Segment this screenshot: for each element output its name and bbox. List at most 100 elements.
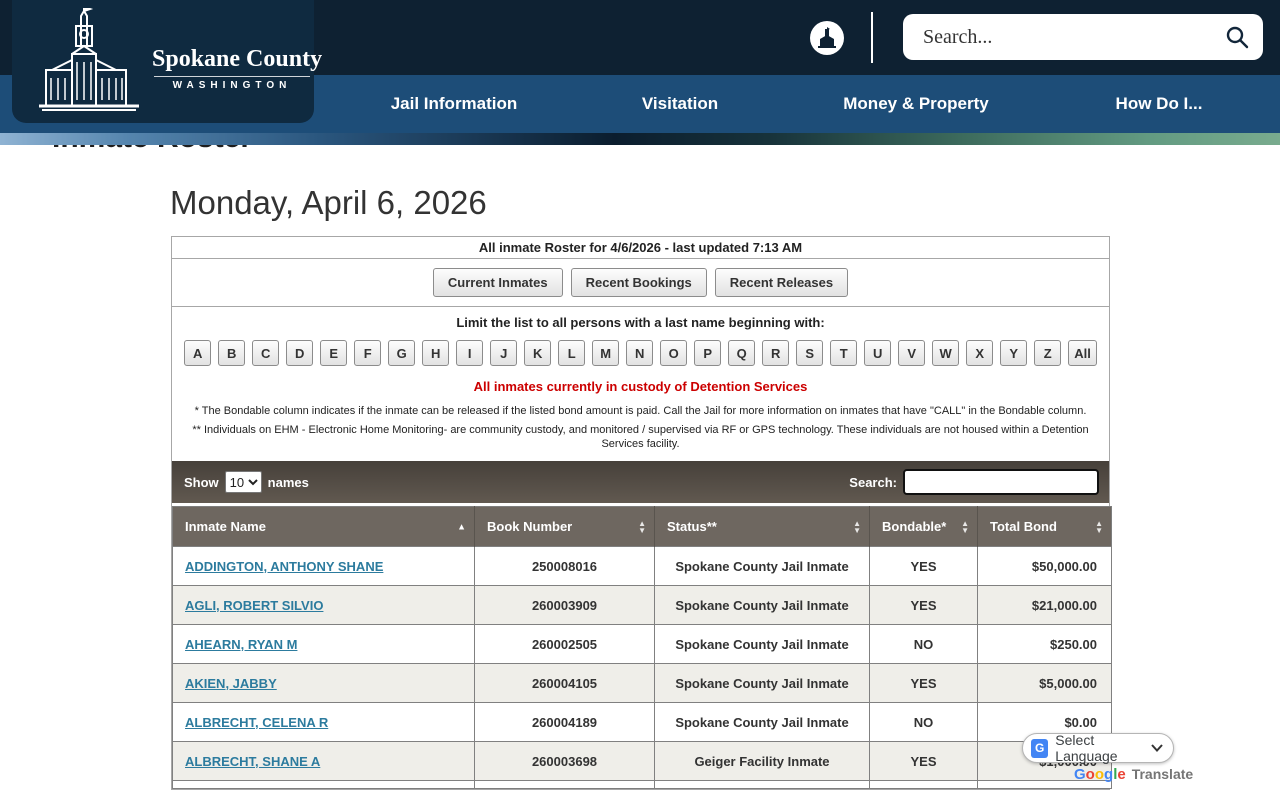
county-logo[interactable]: Spokane County WASHINGTON bbox=[12, 0, 314, 123]
custody-notice: All inmates currently in custody of Dete… bbox=[178, 379, 1103, 394]
status-cell: Spokane County Jail Inmate bbox=[655, 664, 870, 703]
letter-button-u[interactable]: U bbox=[864, 340, 891, 366]
status-cell: Geiger Facility Inmate bbox=[655, 742, 870, 781]
sort-asc-icon: ▲ bbox=[457, 523, 466, 530]
translate-label: Translate bbox=[1132, 766, 1193, 782]
letter-button-q[interactable]: Q bbox=[728, 340, 755, 366]
total-bond-cell: $50,000.00 bbox=[978, 547, 1112, 586]
book-number-cell: 250008016 bbox=[475, 547, 655, 586]
search-icon[interactable] bbox=[1225, 25, 1249, 49]
bondable-cell: NO bbox=[870, 625, 978, 664]
select-language-dropdown[interactable]: G Select Language bbox=[1022, 733, 1174, 763]
status-cell: Spokane County Jail Inmate bbox=[655, 586, 870, 625]
col-bondable[interactable]: Bondable* ▲▼ bbox=[870, 507, 978, 547]
letter-button-p[interactable]: P bbox=[694, 340, 721, 366]
header-gradient-strip bbox=[0, 133, 1280, 145]
site-search bbox=[903, 14, 1263, 60]
inmate-link[interactable]: ALBRECHT, CELENA R bbox=[185, 715, 328, 730]
recent-releases-button[interactable]: Recent Releases bbox=[715, 268, 848, 297]
book-number-cell: 260002505 bbox=[475, 625, 655, 664]
bondable-note: * The Bondable column indicates if the i… bbox=[178, 404, 1103, 418]
letter-button-o[interactable]: O bbox=[660, 340, 687, 366]
table-row: AHEARN, RYAN M 260002505 Spokane County … bbox=[173, 625, 1112, 664]
view-buttons: Current Inmates Recent Bookings Recent R… bbox=[172, 259, 1109, 307]
inmate-link[interactable]: ADDINGTON, ANTHONY SHANE bbox=[185, 559, 383, 574]
letter-button-j[interactable]: J bbox=[490, 340, 517, 366]
nav-money-property[interactable]: Money & Property bbox=[843, 75, 988, 133]
letter-button-a[interactable]: A bbox=[184, 340, 211, 366]
letter-button-w[interactable]: W bbox=[932, 340, 959, 366]
letter-button-r[interactable]: R bbox=[762, 340, 789, 366]
inmate-link[interactable]: ALBRECHT, SHANE A bbox=[185, 754, 320, 769]
status-cell: Spokane County Jail Inmate bbox=[655, 703, 870, 742]
logo-rule bbox=[154, 76, 310, 77]
total-bond-cell: $21,000.00 bbox=[978, 586, 1112, 625]
nav-visitation[interactable]: Visitation bbox=[642, 75, 718, 133]
book-number-cell: 260004105 bbox=[475, 664, 655, 703]
letter-button-g[interactable]: G bbox=[388, 340, 415, 366]
letter-button-m[interactable]: M bbox=[592, 340, 619, 366]
letter-button-all[interactable]: All bbox=[1068, 340, 1097, 366]
col-book-number[interactable]: Book Number ▲▼ bbox=[475, 507, 655, 547]
letter-button-x[interactable]: X bbox=[966, 340, 993, 366]
letter-filter-section: Limit the list to all persons with a las… bbox=[172, 307, 1109, 459]
letter-button-n[interactable]: N bbox=[626, 340, 653, 366]
letter-filter-label: Limit the list to all persons with a las… bbox=[178, 315, 1103, 330]
sort-both-icon: ▲▼ bbox=[853, 520, 861, 534]
nav-jail-information[interactable]: Jail Information bbox=[391, 75, 518, 133]
inmate-link[interactable]: AGLI, ROBERT SILVIO bbox=[185, 598, 323, 613]
status-cell: Spokane County Jail Inmate bbox=[655, 547, 870, 586]
show-label: Show bbox=[184, 475, 219, 490]
inmate-link[interactable]: AKIEN, JABBY bbox=[185, 676, 277, 691]
letter-button-y[interactable]: Y bbox=[1000, 340, 1027, 366]
translate-icon: G bbox=[1031, 739, 1048, 758]
letter-button-z[interactable]: Z bbox=[1034, 340, 1061, 366]
letter-button-l[interactable]: L bbox=[558, 340, 585, 366]
table-row: AGLI, ROBERT SILVIO 260003909 Spokane Co… bbox=[173, 586, 1112, 625]
table-row: ADDINGTON, ANTHONY SHANE 250008016 Spoka… bbox=[173, 547, 1112, 586]
roster-panel: All inmate Roster for 4/6/2026 - last up… bbox=[171, 236, 1110, 790]
col-total-bond[interactable]: Total Bond ▲▼ bbox=[978, 507, 1112, 547]
site-search-input[interactable] bbox=[923, 26, 1225, 49]
letter-button-v[interactable]: V bbox=[898, 340, 925, 366]
bondable-cell: NO bbox=[870, 703, 978, 742]
table-search-label: Search: bbox=[849, 475, 897, 490]
letter-button-t[interactable]: T bbox=[830, 340, 857, 366]
page-length-select[interactable]: 10 bbox=[225, 471, 262, 493]
table-row-partial bbox=[173, 781, 1112, 789]
inmate-table: Inmate Name ▲ Book Number ▲▼ Status** ▲▼… bbox=[172, 506, 1112, 789]
sort-both-icon: ▲▼ bbox=[961, 520, 969, 534]
bondable-cell: YES bbox=[870, 547, 978, 586]
table-search-input[interactable] bbox=[903, 469, 1099, 495]
letter-button-f[interactable]: F bbox=[354, 340, 381, 366]
inmate-link[interactable]: AHEARN, RYAN M bbox=[185, 637, 297, 652]
header-divider bbox=[871, 12, 873, 63]
letter-button-b[interactable]: B bbox=[218, 340, 245, 366]
letter-button-i[interactable]: I bbox=[456, 340, 483, 366]
total-bond-cell: $250.00 bbox=[978, 625, 1112, 664]
chevron-down-icon bbox=[1151, 741, 1163, 755]
table-row: ALBRECHT, SHANE A 260003698 Geiger Facil… bbox=[173, 742, 1112, 781]
letter-button-e[interactable]: E bbox=[320, 340, 347, 366]
letter-button-d[interactable]: D bbox=[286, 340, 313, 366]
courthouse-badge-icon[interactable] bbox=[810, 21, 844, 55]
roster-caption: All inmate Roster for 4/6/2026 - last up… bbox=[172, 237, 1109, 259]
bondable-cell: YES bbox=[870, 664, 978, 703]
col-status[interactable]: Status** ▲▼ bbox=[655, 507, 870, 547]
names-label: names bbox=[268, 475, 309, 490]
table-row: AKIEN, JABBY 260004105 Spokane County Ja… bbox=[173, 664, 1112, 703]
status-cell: Spokane County Jail Inmate bbox=[655, 625, 870, 664]
table-toolbar: Show 10 names Search: bbox=[172, 461, 1109, 503]
table-row: ALBRECHT, CELENA R 260004189 Spokane Cou… bbox=[173, 703, 1112, 742]
letter-button-k[interactable]: K bbox=[524, 340, 551, 366]
current-inmates-button[interactable]: Current Inmates bbox=[433, 268, 563, 297]
letter-button-c[interactable]: C bbox=[252, 340, 279, 366]
col-inmate-name[interactable]: Inmate Name ▲ bbox=[173, 507, 475, 547]
nav-how-do-i[interactable]: How Do I... bbox=[1116, 75, 1203, 133]
letter-buttons: A B C D E F G H I J K L M N O P Q R S T bbox=[178, 340, 1103, 366]
book-number-cell: 260003698 bbox=[475, 742, 655, 781]
logo-subtitle: WASHINGTON bbox=[152, 80, 312, 91]
letter-button-s[interactable]: S bbox=[796, 340, 823, 366]
letter-button-h[interactable]: H bbox=[422, 340, 449, 366]
recent-bookings-button[interactable]: Recent Bookings bbox=[571, 268, 707, 297]
